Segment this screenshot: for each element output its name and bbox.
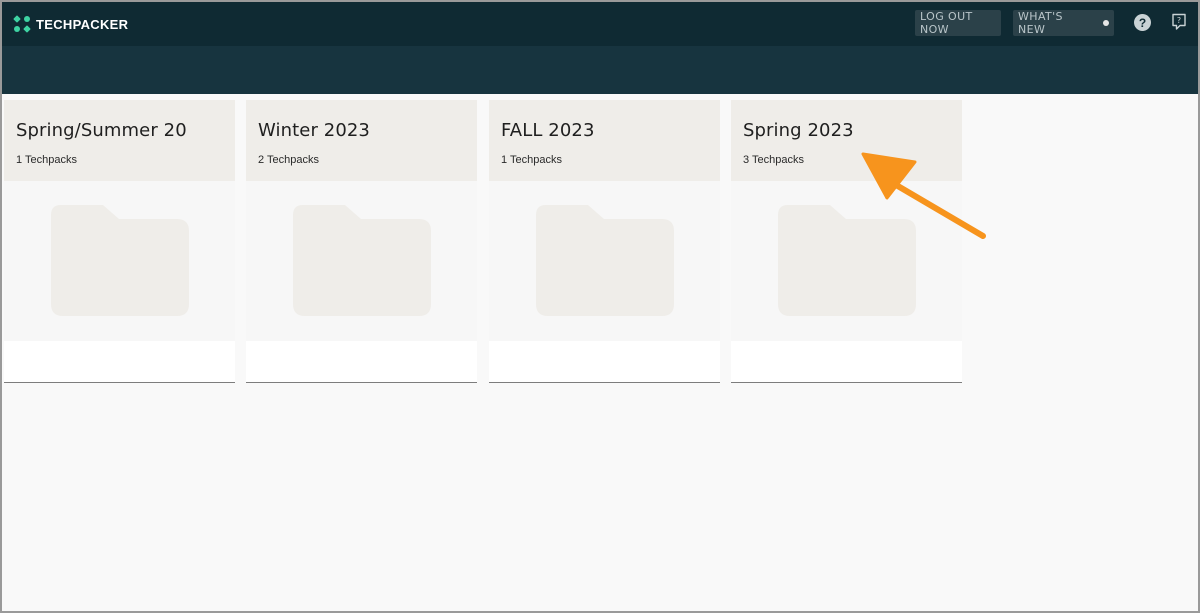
logout-button-label: LOG OUT NOW — [920, 10, 973, 36]
folder-title: Winter 2023 — [258, 120, 370, 141]
folder-icon — [293, 205, 431, 316]
folder-card-header: Winter 2023 2 Techpacks — [246, 100, 477, 181]
folder-techpack-count: 1 Techpacks — [501, 154, 562, 166]
folder-card[interactable]: Spring/Summer 20 1 Techpacks — [4, 100, 235, 383]
folder-card-body — [4, 181, 235, 341]
svg-text:?: ? — [1177, 16, 1181, 25]
folder-techpack-count: 2 Techpacks — [258, 154, 319, 166]
folder-card-header: Spring/Summer 20 1 Techpacks — [4, 100, 235, 181]
logo-icon — [13, 15, 31, 33]
folder-title: Spring/Summer 20 — [16, 120, 187, 141]
feedback-icon[interactable]: ? — [1171, 13, 1187, 31]
folder-card-header: FALL 2023 1 Techpacks — [489, 100, 720, 181]
folder-card-body — [246, 181, 477, 341]
secondary-toolbar — [2, 46, 1198, 94]
folder-card[interactable]: FALL 2023 1 Techpacks — [489, 100, 720, 383]
logo-text: TECHPACKER — [36, 16, 129, 32]
folder-title: Spring 2023 — [743, 120, 854, 141]
logout-button[interactable]: LOG OUT NOW — [915, 10, 1001, 36]
folder-card-body — [489, 181, 720, 341]
whats-new-button[interactable]: WHAT'S NEW — [1013, 10, 1114, 36]
folder-icon — [51, 205, 189, 316]
folder-card-footer — [4, 341, 235, 382]
app-window: TECHPACKER LOG OUT NOW WHAT'S NEW ? ? Sp… — [0, 0, 1200, 613]
folder-techpack-count: 1 Techpacks — [16, 154, 77, 166]
folder-title: FALL 2023 — [501, 120, 595, 141]
top-navigation-bar: TECHPACKER LOG OUT NOW WHAT'S NEW ? ? — [2, 2, 1198, 46]
whats-new-label: WHAT'S NEW — [1018, 10, 1063, 36]
folder-card-footer — [731, 341, 962, 382]
folder-card-footer — [489, 341, 720, 382]
help-glyph: ? — [1138, 15, 1147, 30]
folder-card-footer — [246, 341, 477, 382]
annotation-arrow-icon — [861, 152, 986, 239]
notification-dot-icon — [1103, 20, 1109, 26]
folder-icon — [536, 205, 674, 316]
help-icon[interactable]: ? — [1134, 14, 1151, 31]
folder-card[interactable]: Winter 2023 2 Techpacks — [246, 100, 477, 383]
logo[interactable]: TECHPACKER — [13, 15, 129, 33]
